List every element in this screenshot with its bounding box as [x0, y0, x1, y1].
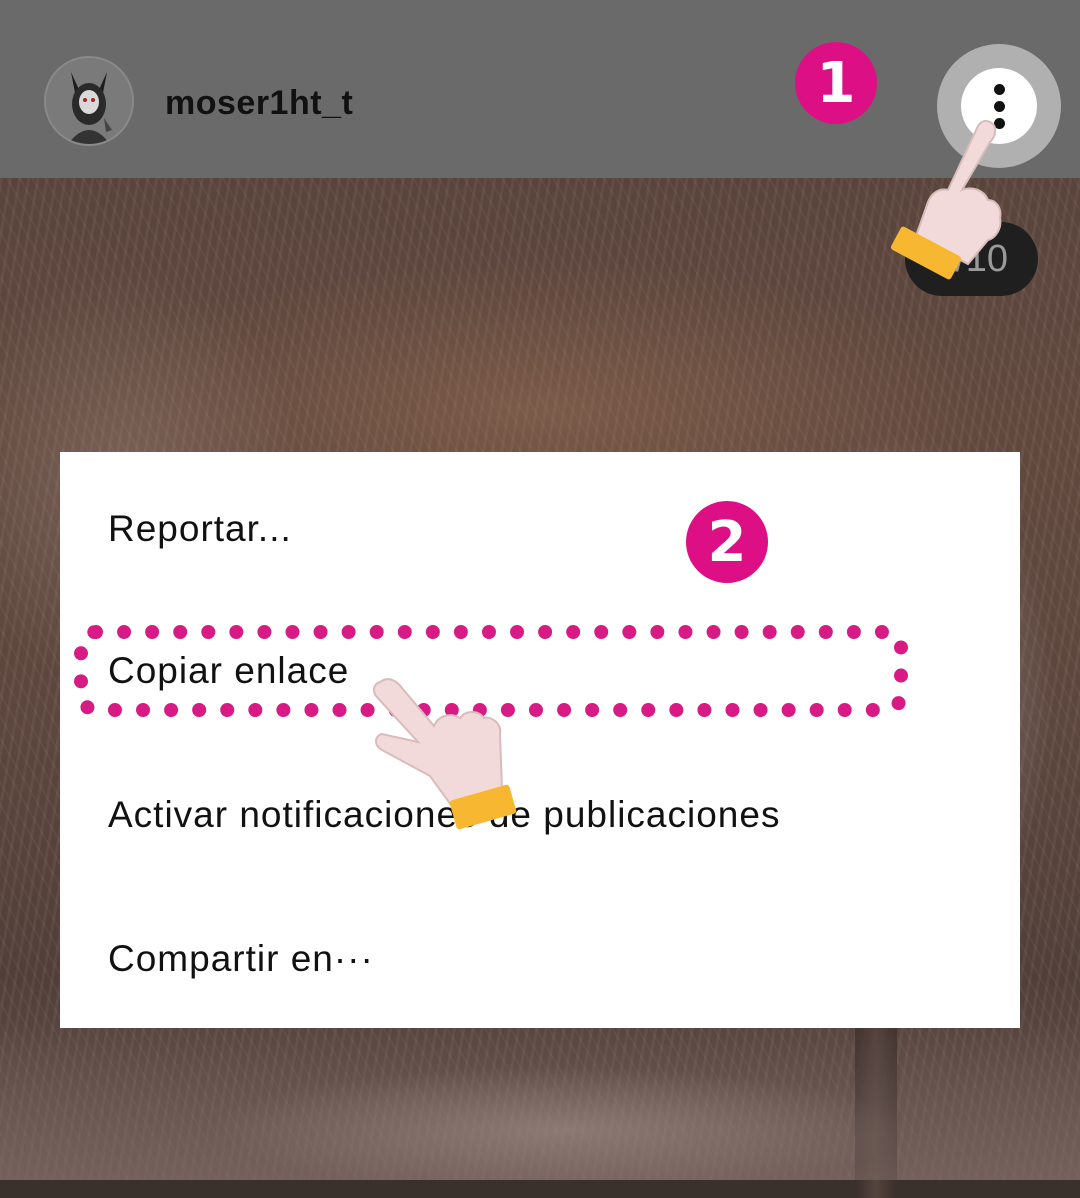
ellipsis-dot	[994, 101, 1005, 112]
post-options-menu: Reportar... Copiar enlace Activar notifi…	[60, 452, 1020, 1028]
menu-item-report[interactable]: Reportar...	[108, 508, 292, 550]
avatar[interactable]	[44, 56, 134, 146]
username[interactable]: moser1ht_t	[165, 84, 353, 123]
step-2-badge: 2	[686, 501, 768, 583]
ellipsis-dot	[994, 84, 1005, 95]
avatar-character-icon	[46, 58, 132, 144]
step-1-badge: 1	[795, 42, 877, 124]
pointing-hand-icon	[890, 119, 1002, 280]
pointing-hand-icon	[372, 678, 517, 830]
menu-item-share[interactable]: Compartir en···	[108, 938, 374, 980]
